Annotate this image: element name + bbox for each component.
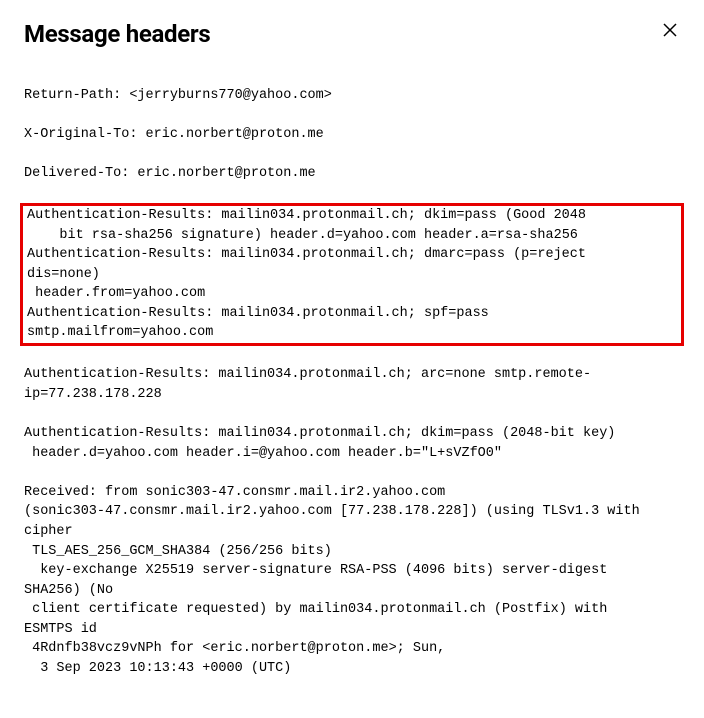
header-return-path: Return-Path: <jerryburns770@yahoo.com> [24, 86, 680, 106]
highlighted-auth-results: Authentication-Results: mailin034.proton… [20, 203, 684, 346]
header-received: Received: from sonic303-47.consmr.mail.i… [24, 483, 680, 679]
close-button[interactable] [660, 20, 680, 40]
dialog-header: Message headers [24, 20, 680, 48]
header-x-original-to: X-Original-To: eric.norbert@proton.me [24, 125, 680, 145]
headers-content: Return-Path: <jerryburns770@yahoo.com> X… [24, 66, 680, 698]
header-auth-dkim2: Authentication-Results: mailin034.proton… [24, 424, 680, 463]
header-auth-arc: Authentication-Results: mailin034.proton… [24, 365, 680, 404]
close-icon [662, 22, 678, 38]
header-delivered-to: Delivered-To: eric.norbert@proton.me [24, 164, 680, 184]
dialog-title: Message headers [24, 20, 210, 48]
